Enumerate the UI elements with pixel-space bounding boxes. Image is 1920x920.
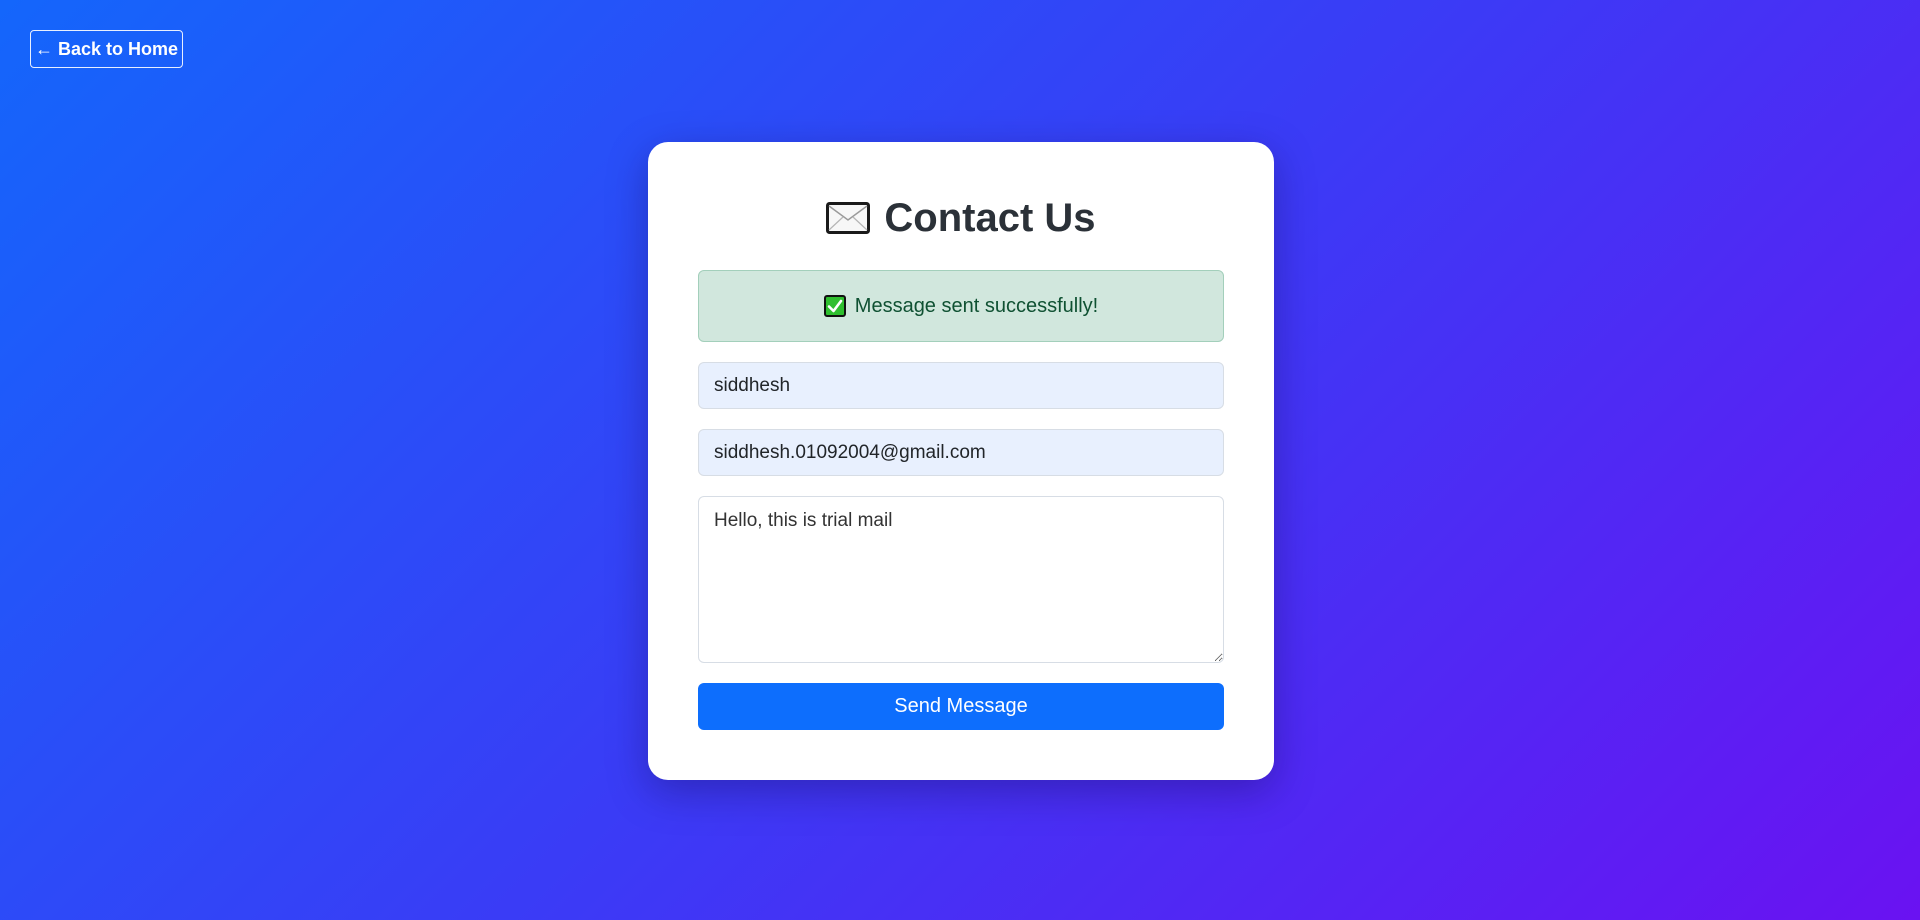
send-message-button[interactable]: Send Message xyxy=(698,683,1224,730)
envelope-icon xyxy=(826,202,871,234)
success-alert: Message sent successfully! xyxy=(698,270,1224,342)
contact-title: Contact Us xyxy=(884,195,1096,240)
contact-card: Contact Us Message sent successfully! He… xyxy=(648,142,1274,780)
back-to-home-button[interactable]: ← Back to Home xyxy=(30,30,183,68)
page-title: Contact Us xyxy=(648,190,1274,246)
success-message: Message sent successfully! xyxy=(854,294,1099,317)
name-field[interactable] xyxy=(698,362,1224,409)
email-field[interactable] xyxy=(698,429,1224,476)
message-textarea[interactable]: Hello, this is trial mail xyxy=(698,496,1224,663)
check-mark-icon xyxy=(823,295,846,317)
